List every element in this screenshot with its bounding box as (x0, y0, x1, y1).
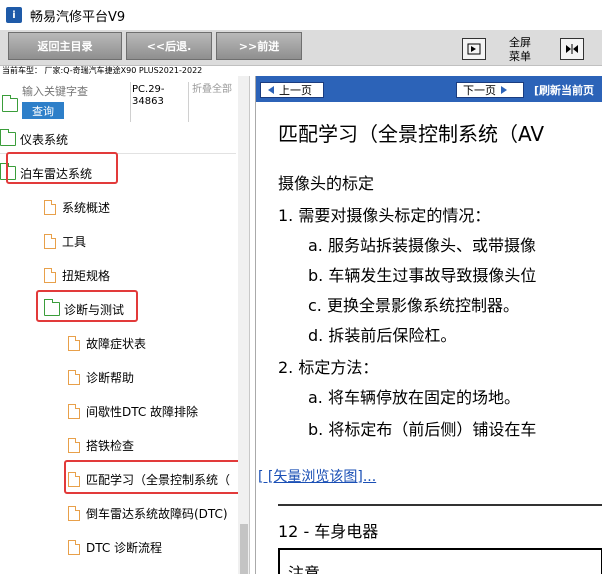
chapter-heading: 12 - 车身电器 (278, 522, 379, 541)
fullscreen-menu-label[interactable]: 全屏 菜单 (503, 36, 537, 64)
tree-item-label: 诊断帮助 (86, 370, 135, 385)
document-icon (44, 267, 56, 283)
catalog-tree-panel: 查询 PC.29-34863 折叠全部 仪表系统 泊车雷达系统 系统概述 工具 … (0, 76, 250, 574)
content-panel: 上一页 下一页 [刷新当前页 匹配学习（全景控制系统（AV 摄像头的标定 1. … (255, 76, 602, 574)
app-logo-icon: i (6, 7, 22, 23)
tree-item-dtc-flow[interactable]: DTC 诊断流程 (68, 532, 236, 562)
back-to-main-button[interactable]: 返回主目录 (8, 32, 122, 60)
next-page-button[interactable]: 下一页 (456, 82, 524, 98)
vector-view-link[interactable]: [ [矢量浏览该图]... (258, 466, 376, 486)
tree-item-label: 工具 (62, 234, 87, 249)
divider (188, 82, 189, 122)
list-item: 1. 需要对摄像头标定的情况： (278, 206, 491, 225)
tree-item-ground-check[interactable]: 搭铁检查 (68, 430, 236, 460)
tree-item-label: 系统概述 (62, 200, 111, 215)
main-toolbar: 返回主目录 <<后退. >>前进 全屏 菜单 (0, 30, 602, 66)
list-item: c. 更换全景影像系统控制器。 (308, 296, 519, 315)
tree-item-system-overview[interactable]: 系统概述 (44, 192, 236, 222)
collapse-all-button[interactable]: 折叠全部 (192, 84, 232, 96)
window-title: 畅易汽修平台V9 (30, 9, 126, 25)
tree-item-label: 仪表系统 (20, 132, 69, 147)
arrow-left-icon (268, 86, 274, 94)
list-item: b. 将标定布（前后侧）铺设在车 (308, 420, 537, 439)
document-icon (68, 505, 80, 521)
highlight-box (6, 152, 118, 184)
list-item: a. 将车辆停放在固定的场地。 (308, 388, 520, 407)
document-icon (68, 335, 80, 351)
tree-item-label: 间歇性DTC 故障排除 (86, 404, 199, 419)
search-input[interactable] (22, 84, 128, 98)
divider (278, 504, 602, 506)
forward-button[interactable]: >>前进 (216, 32, 302, 60)
notice-box: 注意 (278, 548, 602, 574)
content-nav-bar: 上一页 下一页 [刷新当前页 (256, 76, 602, 102)
highlight-box (64, 460, 242, 494)
tree-item-label: DTC 诊断流程 (86, 540, 163, 555)
list-item: 2. 标定方法： (278, 358, 379, 377)
tree-item-label: 搭铁检查 (86, 438, 135, 453)
expand-right-button[interactable] (462, 38, 486, 60)
list-item: d. 拆装前后保险杠。 (308, 326, 457, 345)
split-arrows-icon (566, 44, 578, 54)
title-bar: i 畅易汽修平台V9 (0, 0, 602, 30)
tree-scrollbar[interactable] (238, 76, 249, 574)
search-row: 查询 PC.29-34863 折叠全部 (0, 76, 249, 122)
back-button[interactable]: <<后退. (126, 32, 212, 60)
document-icon (68, 369, 80, 385)
tree-item-diagnostic-help[interactable]: 诊断帮助 (68, 362, 236, 392)
arrow-right-icon (467, 43, 481, 55)
section-heading: 摄像头的标定 (278, 174, 375, 193)
folder-icon (0, 129, 16, 146)
refresh-page-link[interactable]: [刷新当前页 (534, 82, 594, 98)
tree-item-intermittent-dtc[interactable]: 间歇性DTC 故障排除 (68, 396, 236, 426)
list-item: a. 服务站拆装摄像头、或带摄像 (308, 236, 536, 255)
search-button[interactable]: 查询 (22, 102, 64, 119)
document-icon (68, 437, 80, 453)
folder-icon (2, 95, 18, 112)
document-icon (44, 199, 56, 215)
scroll-thumb[interactable] (240, 524, 248, 574)
vehicle-info: 当前车型： 厂家:Q-奇瑞汽车捷途X90 PLUS2021-2022 (2, 66, 203, 75)
tree-item-label: 倒车雷达系统故障码(DTC) (86, 506, 228, 521)
tree-item-radar-dtc[interactable]: 倒车雷达系统故障码(DTC) (68, 498, 236, 528)
tree-item-label: 扭矩规格 (62, 268, 111, 283)
document-icon (68, 539, 80, 555)
list-item: b. 车辆发生过事故导致摄像头位 (308, 266, 537, 285)
split-view-button[interactable] (560, 38, 584, 60)
tree-item-label: 故障症状表 (86, 336, 147, 351)
prev-page-button[interactable]: 上一页 (260, 82, 324, 98)
arrow-right-icon (501, 86, 507, 94)
document-icon (44, 233, 56, 249)
page-title: 匹配学习（全景控制系统（AV (278, 122, 545, 146)
tree-item-tools[interactable]: 工具 (44, 226, 236, 256)
document-icon (68, 403, 80, 419)
notice-label: 注意 (288, 564, 321, 574)
highlight-box (36, 290, 138, 322)
tree-item-symptom-table[interactable]: 故障症状表 (68, 328, 236, 358)
divider (130, 82, 131, 122)
pc-code: PC.29-34863 (132, 84, 165, 107)
tree-item-instrument-system[interactable]: 仪表系统 (0, 124, 236, 154)
tree-item-partial[interactable] (68, 566, 236, 574)
tree-item-torque-specs[interactable]: 扭矩规格 (44, 260, 236, 290)
